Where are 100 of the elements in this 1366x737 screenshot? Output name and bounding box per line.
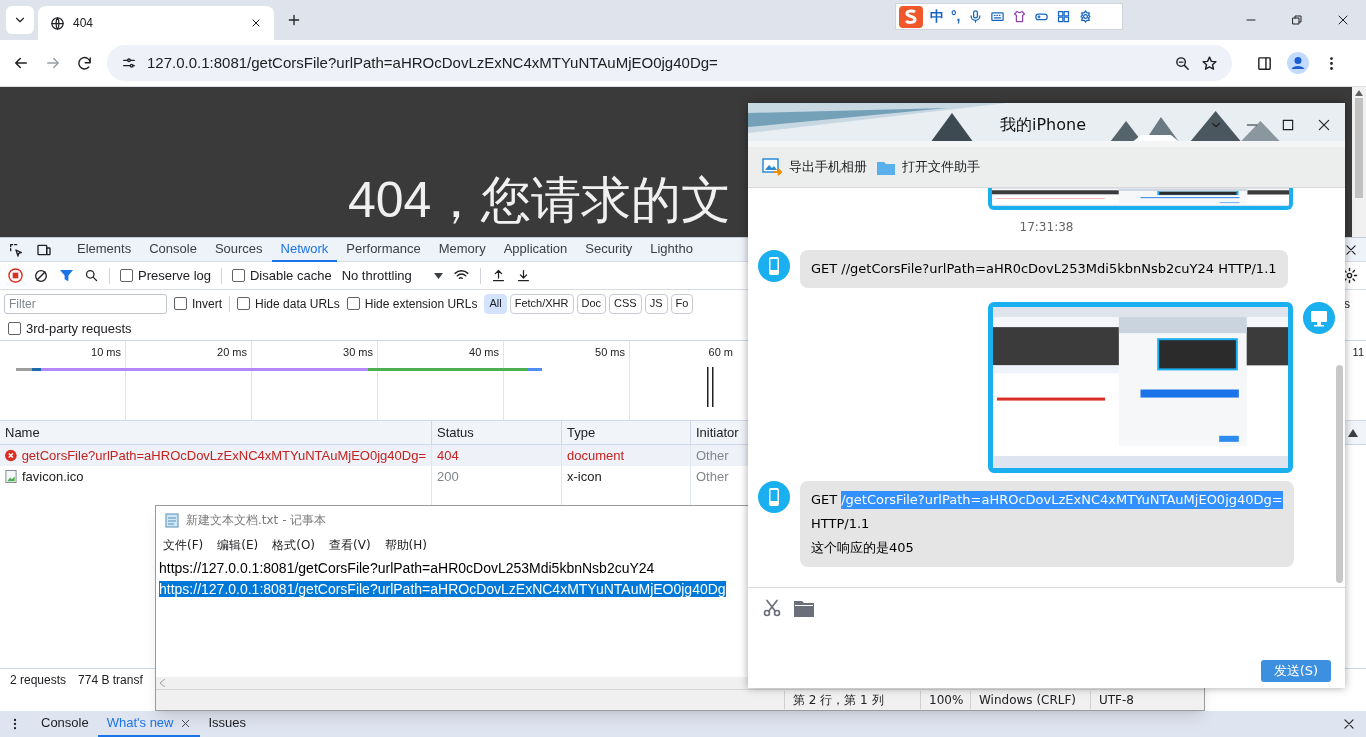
shirt-icon[interactable] bbox=[1011, 9, 1027, 24]
request-type: x-icon bbox=[562, 466, 691, 487]
profile-avatar-icon[interactable] bbox=[1287, 52, 1309, 74]
message-text: GET //getCorsFile?urlPath=aHR0cDovL253Mdi5kbnNsb2cuY24 HTTP/1.1 bbox=[811, 260, 1277, 278]
checkbox-label: 3rd-party requests bbox=[26, 319, 132, 338]
throttling-select[interactable]: No throttling bbox=[341, 265, 443, 286]
type-filter-chip[interactable]: Doc bbox=[576, 293, 607, 314]
filter-field[interactable]: Filter bbox=[4, 293, 167, 314]
devtools-tab[interactable]: Console bbox=[140, 237, 206, 262]
devtools-tab[interactable]: Sources bbox=[205, 237, 272, 262]
folder-icon[interactable] bbox=[794, 599, 814, 617]
checkbox[interactable] bbox=[346, 297, 360, 310]
status-field: 100% bbox=[920, 691, 970, 709]
timeline-tick: 10 ms bbox=[91, 345, 121, 360]
timeline-tick: 11 bbox=[1352, 345, 1365, 360]
checkbox[interactable] bbox=[174, 297, 187, 310]
error-heading: 404，您请求的文 bbox=[348, 172, 732, 228]
browser-tab[interactable]: 404 bbox=[38, 6, 274, 40]
sidebar-icon[interactable] bbox=[1256, 54, 1273, 72]
upload-icon[interactable] bbox=[490, 268, 506, 283]
plus-icon[interactable] bbox=[286, 12, 302, 28]
devtools-tab[interactable]: Performance bbox=[337, 237, 430, 262]
maximize-icon[interactable] bbox=[1281, 118, 1295, 132]
timeline-tick: 60 m bbox=[708, 345, 733, 360]
photo-export-icon bbox=[762, 158, 782, 176]
status-field: UTF-8 bbox=[1090, 691, 1170, 709]
ime-mode-label[interactable]: °, bbox=[951, 6, 961, 27]
column-header[interactable]: Name bbox=[5, 422, 40, 443]
devtools-tab[interactable]: Security bbox=[576, 237, 642, 262]
menu-item[interactable]: 编辑(E) bbox=[217, 536, 259, 554]
caret-icon bbox=[433, 272, 443, 279]
devtools-tab[interactable]: Network bbox=[271, 237, 338, 262]
drawer-tab[interactable]: Issues bbox=[199, 711, 256, 737]
close-icon[interactable] bbox=[1344, 242, 1358, 257]
sort-icon[interactable] bbox=[1348, 428, 1358, 437]
type-filter-chip[interactable]: All bbox=[484, 293, 507, 314]
address-bar[interactable]: 127.0.0.1:8081/getCorsFile?urlPath=aHROcDovLzExNC4xMTYuNTAuMjEO0jg40Dg= bbox=[107, 45, 1232, 81]
checkbox[interactable] bbox=[120, 269, 133, 282]
grid-icon[interactable] bbox=[1055, 9, 1071, 24]
checkbox-label: Invert bbox=[192, 295, 222, 313]
devtools-tab[interactable]: Memory bbox=[429, 237, 495, 262]
download-icon[interactable] bbox=[515, 268, 531, 283]
request-name: getCorsFile?urlPath=aHROcDovLzExNC4xMTYuNTAuMjEO0jg40Dg= bbox=[21, 446, 426, 465]
reload-icon[interactable] bbox=[76, 54, 93, 72]
blocked-requests-label: s bbox=[1344, 295, 1351, 313]
close-icon[interactable] bbox=[179, 717, 191, 729]
menu-item[interactable]: 帮助(H) bbox=[384, 536, 427, 554]
timestamp: 17:31:38 bbox=[1019, 219, 1074, 236]
scissors-icon[interactable] bbox=[762, 598, 782, 618]
type-filter-chip[interactable]: JS bbox=[644, 293, 668, 314]
timeline-tick: 20 ms bbox=[217, 345, 247, 360]
file-assistant-button[interactable]: 打开文件助手 bbox=[877, 157, 980, 177]
scroll-up-icon[interactable] bbox=[1355, 90, 1363, 96]
close-icon[interactable] bbox=[1317, 118, 1331, 132]
phone-avatar-icon bbox=[758, 481, 790, 513]
type-filter-chip[interactable]: CSS bbox=[609, 293, 642, 314]
request-status: 200 bbox=[432, 466, 562, 487]
star-icon[interactable] bbox=[1201, 54, 1218, 72]
clear-icon[interactable] bbox=[33, 267, 49, 284]
menu-item[interactable]: 格式(O) bbox=[272, 536, 316, 554]
message-text: 这个响应的是405 bbox=[811, 539, 914, 557]
restore-icon bbox=[1291, 14, 1303, 26]
close-icon[interactable] bbox=[1342, 717, 1356, 731]
message-text: HTTP/1.1 bbox=[811, 515, 870, 533]
page-scrollbar[interactable] bbox=[1352, 87, 1366, 237]
devtools-tab[interactable]: Application bbox=[494, 237, 577, 262]
devtools-tab[interactable]: Lightho bbox=[641, 237, 702, 262]
devtools-tab[interactable]: Elements bbox=[68, 237, 141, 262]
checkbox[interactable] bbox=[237, 297, 250, 310]
menu-item[interactable]: 文件(F) bbox=[163, 536, 204, 554]
record-stop-icon[interactable] bbox=[8, 268, 23, 283]
folder-icon bbox=[877, 159, 895, 175]
checkbox[interactable] bbox=[232, 269, 245, 282]
window-title: 新建文本文档.txt - 记事本 bbox=[186, 512, 327, 529]
inspect-icon[interactable] bbox=[8, 241, 24, 258]
column-header[interactable]: Initiator bbox=[696, 422, 739, 443]
zoom-icon[interactable] bbox=[1174, 54, 1191, 72]
error-icon bbox=[5, 449, 17, 462]
filter-icon[interactable] bbox=[59, 268, 74, 283]
type-filter-chip[interactable]: Fetch/XHR bbox=[509, 293, 574, 314]
ime-mode-label[interactable]: 中 bbox=[930, 6, 944, 27]
url-text: 127.0.0.1:8081/getCorsFile?urlPath=aHROcDovLzExNC4xMTYuNTAuMjEO0jg40Dg= bbox=[147, 52, 719, 73]
globe-icon bbox=[50, 15, 65, 31]
request-initiator: Other bbox=[695, 446, 730, 465]
checkbox[interactable] bbox=[8, 322, 21, 335]
timeline-tick: 40 ms bbox=[469, 345, 499, 360]
request-row[interactable]: getCorsFile?urlPath=aHROcDovLzExNC4xMTYuNTAuMjEO0jg40Dg= 404 document Other bbox=[0, 445, 748, 466]
column-header[interactable]: Type bbox=[567, 422, 596, 443]
type-filter-chip[interactable]: Fo bbox=[670, 293, 694, 314]
chat-scrollbar[interactable] bbox=[1336, 365, 1343, 583]
text-line: https://127.0.0.1:8081/getCorsFile?urlPath=aHR0cDovL253Mdi5kbnNsb2cuY24 bbox=[159, 560, 655, 576]
menu-item[interactable]: 查看(V) bbox=[329, 536, 371, 554]
search-icon[interactable] bbox=[84, 268, 99, 283]
close-icon[interactable] bbox=[250, 17, 262, 29]
checkbox-label: Hide extension URLs bbox=[364, 295, 478, 313]
drawer-tab[interactable]: Console bbox=[32, 711, 98, 737]
column-header[interactable]: Status bbox=[437, 422, 474, 443]
sogou-logo-icon[interactable] bbox=[899, 5, 923, 28]
export-album-button[interactable]: 导出手机相册 bbox=[762, 157, 867, 177]
keyboard-icon[interactable] bbox=[989, 9, 1005, 24]
